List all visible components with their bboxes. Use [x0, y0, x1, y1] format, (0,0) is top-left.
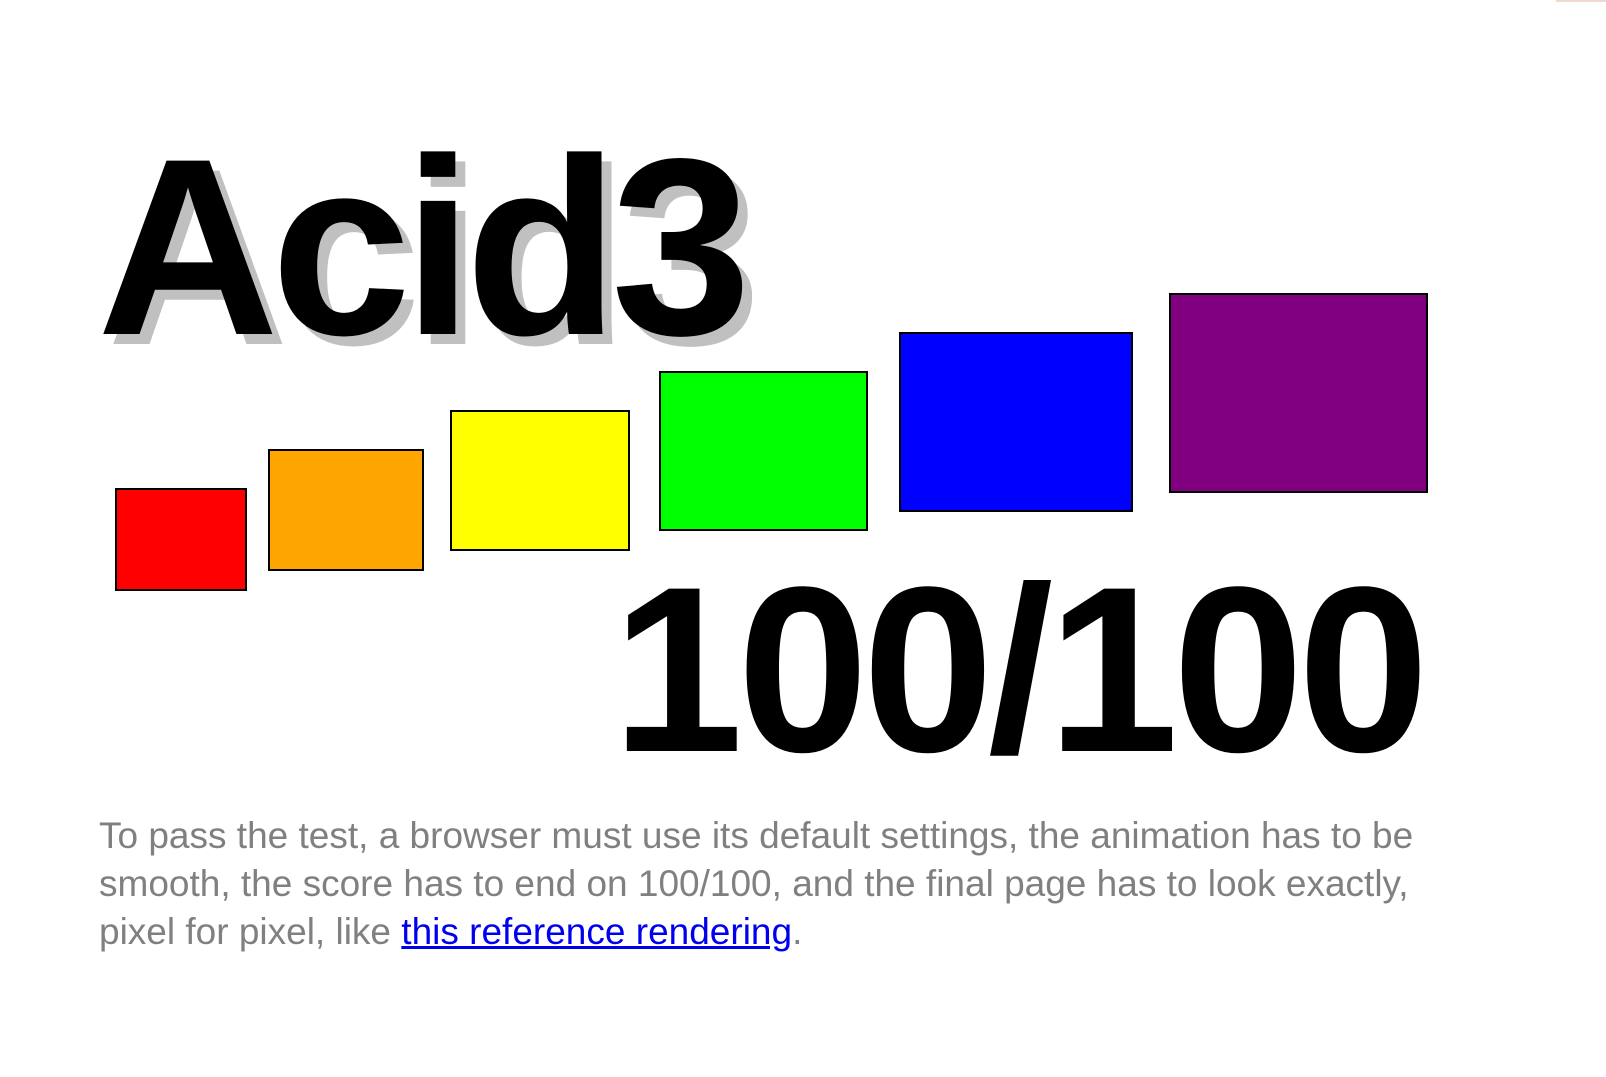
instructions-text: To pass the test, a browser must use its…: [99, 812, 1479, 956]
bucket-2-orange: [268, 449, 424, 571]
bucket-6-purple: [1169, 293, 1428, 493]
page-title: Acid3: [97, 107, 751, 388]
corner-divider: [1556, 0, 1606, 2]
bucket-1-red: [115, 488, 247, 591]
bucket-5-blue: [899, 332, 1133, 512]
reference-rendering-link[interactable]: this reference rendering: [401, 911, 792, 952]
score-display: 100/100: [612, 538, 1429, 802]
instructions-text-end: .: [792, 911, 803, 952]
bucket-4-green: [659, 371, 868, 531]
bucket-3-yellow: [450, 410, 630, 551]
